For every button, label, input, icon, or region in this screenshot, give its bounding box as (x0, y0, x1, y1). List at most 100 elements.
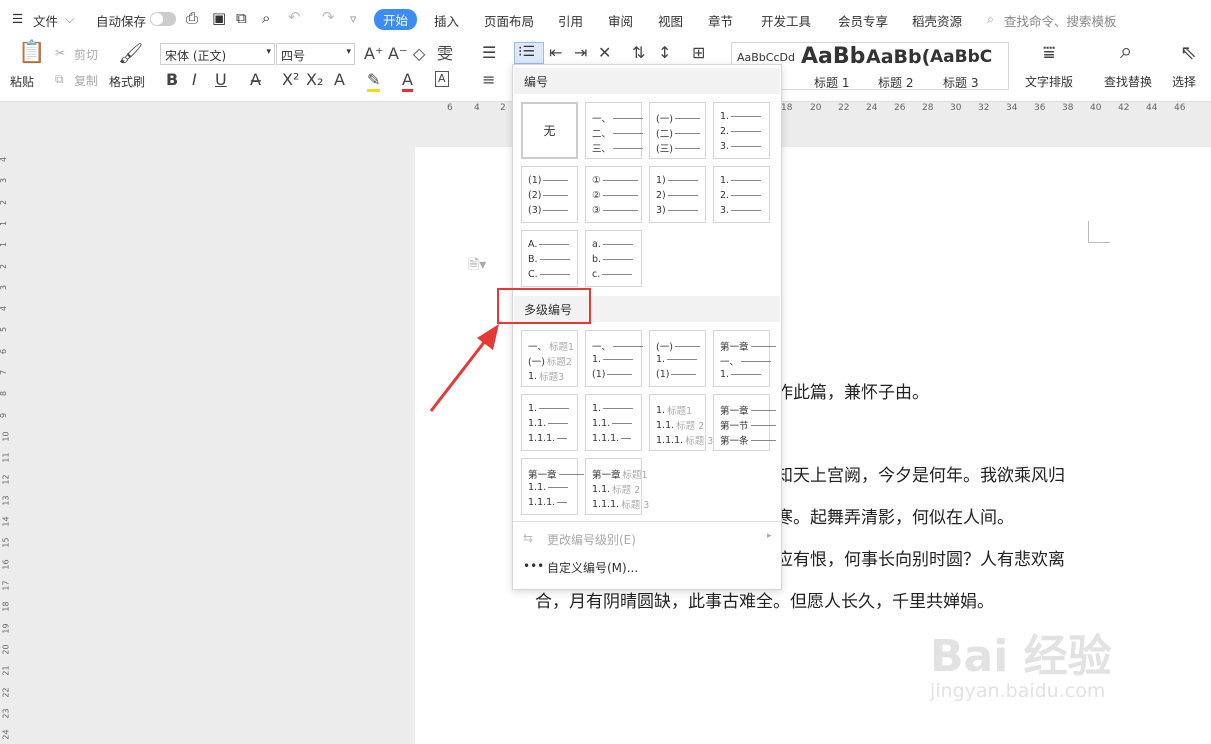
increase-indent-icon[interactable]: ⇥ (574, 44, 587, 62)
multilevel-style-3[interactable]: (一) 1. (1) (649, 330, 706, 387)
phonetic-icon[interactable]: 雯 (437, 45, 453, 63)
numbering-style-7[interactable]: 1. 2. 3. (713, 166, 770, 223)
align-left-icon[interactable]: ≡ (482, 71, 495, 89)
font-family-select[interactable]: 宋体 (正文) ▾ (160, 43, 275, 65)
numbering-style-2[interactable]: (一) (二) (三) (649, 102, 706, 159)
find-icon[interactable]: ⌕ (1120, 41, 1132, 63)
line-spacing-icon[interactable]: ↕ (658, 44, 671, 62)
search-input[interactable]: 查找命令、搜索模板 (1004, 11, 1117, 30)
chevron-down-icon[interactable]: ⌵ (65, 11, 74, 27)
copy-button[interactable]: 复制 (74, 72, 98, 89)
hamburger-icon[interactable]: ☰ (12, 11, 23, 26)
margin-marker (1088, 221, 1110, 243)
custom-numbering-item[interactable]: 自定义编号(M)... (547, 559, 638, 576)
find-replace-button[interactable]: 查找替换 (1104, 73, 1152, 90)
undo-icon[interactable]: ↶ (288, 8, 301, 26)
numbering-style-8[interactable]: A. B. C. (521, 230, 578, 287)
numbering-style-6[interactable]: 1) 2) 3) (649, 166, 706, 223)
style-normal[interactable]: AaBbCcDd (737, 51, 795, 64)
select-button[interactable]: 选择 (1172, 73, 1196, 90)
style-h2-preview[interactable]: AaBb( (866, 46, 930, 68)
format-painter-icon[interactable]: 🖌 (118, 43, 143, 63)
tile-number: 1.1.1. (592, 498, 620, 510)
numbering-style-9[interactable]: a. b. c. (585, 230, 642, 287)
tab-member[interactable]: 会员专享 (838, 11, 888, 30)
numbering-style-4[interactable]: (1) (2) (3) (521, 166, 578, 223)
ruler-tick: 18 (781, 103, 793, 113)
text-effect-icon[interactable]: A (334, 71, 345, 89)
style-h3-preview[interactable]: AaBbC (930, 47, 992, 67)
tab-chapter[interactable]: 章节 (708, 11, 733, 30)
tab-developer[interactable]: 开发工具 (761, 11, 811, 30)
font-size-select[interactable]: 四号 ▾ (276, 43, 355, 65)
paste-icon[interactable]: 📋 (18, 42, 45, 64)
export-icon[interactable]: ⧉ (236, 9, 247, 27)
tile-number: 一、 (720, 357, 740, 368)
numbering-style-1[interactable]: 一、 二、 三、 (585, 102, 644, 159)
multilevel-style-10[interactable]: 第一章 标题1 1.1. 标题 2 1.1.1. 标题 3 (585, 458, 649, 515)
decrease-indent-icon[interactable]: ⇤ (549, 44, 562, 62)
tile-number: b. (592, 254, 602, 265)
style-h1-preview[interactable]: AaBb (801, 44, 865, 69)
print-icon[interactable]: ⎙ (186, 9, 198, 27)
multilevel-style-1[interactable]: 一、 标题1 (一) 标题2 1. 标题3 (521, 330, 578, 387)
tab-view[interactable]: 视图 (658, 11, 683, 30)
save-icon[interactable]: ▣ (212, 9, 226, 27)
multilevel-style-5[interactable]: 1. 1.1. 1.1.1. (521, 394, 578, 451)
asian-layout-icon[interactable]: ✕ (598, 44, 611, 62)
cut-button[interactable]: 剪切 (74, 46, 98, 63)
copy-icon[interactable]: ⧉ (55, 72, 64, 87)
tab-layout[interactable]: 页面布局 (484, 11, 534, 30)
doc-outline-icon[interactable]: 🗎▾ (468, 254, 486, 278)
grow-font-icon[interactable]: A⁺ (364, 45, 383, 63)
clear-format-icon[interactable]: ◇ (413, 45, 425, 63)
bold-icon[interactable]: B (166, 71, 178, 89)
preview-icon[interactable]: ⌕ (262, 9, 270, 27)
bullet-list-icon[interactable]: ☰ (482, 44, 496, 62)
multilevel-style-2[interactable]: 一、 1. (1) (585, 330, 644, 387)
tile-line: (1) (592, 369, 633, 380)
tab-insert[interactable]: 插入 (434, 11, 459, 30)
tile-number: (3) (528, 205, 542, 216)
select-cursor-icon[interactable]: ⇖ (1180, 42, 1197, 62)
file-menu[interactable]: 文件 (33, 11, 58, 30)
multilevel-style-7[interactable]: 1. 标题1 1.1. 标题 2 1.1.1. 标题 3 (649, 394, 713, 451)
tile-number: 1.1.1. (592, 433, 620, 444)
multilevel-style-9[interactable]: 第一章 1.1. 1.1.1. (521, 458, 584, 515)
sort-icon[interactable]: ⇅ (632, 44, 645, 62)
vertical-ruler-tick: 10 (1, 431, 11, 442)
tab-review[interactable]: 审阅 (608, 11, 633, 30)
numbering-style-5[interactable]: ① ② ③ (585, 166, 642, 223)
superscript-icon[interactable]: X² (282, 71, 299, 89)
strikethrough-icon[interactable]: A̶ (250, 71, 261, 89)
more-icon[interactable]: ▿ (350, 11, 356, 26)
multilevel-style-4[interactable]: 第一章 一、 1. (713, 330, 776, 387)
char-border-icon[interactable]: A (435, 71, 449, 87)
tile-number: (一) (528, 357, 545, 368)
subscript-icon[interactable]: X₂ (306, 71, 323, 89)
font-color-icon[interactable]: A (402, 71, 413, 92)
numbering-style-3[interactable]: 1. 2. 3. (713, 102, 770, 159)
format-painter-button[interactable]: 格式刷 (109, 73, 145, 90)
numbering-none[interactable]: 无 (521, 102, 578, 159)
search-icon[interactable]: ⌕ (987, 11, 994, 27)
tab-home[interactable]: 开始 (374, 9, 418, 30)
text-layout-icon[interactable]: ⩸ (1043, 42, 1055, 62)
cut-icon[interactable]: ✂ (55, 46, 65, 60)
numbering-button[interactable]: ⁝☰ (514, 42, 544, 64)
underline-icon[interactable]: U (215, 71, 227, 89)
shrink-font-icon[interactable]: A⁻ (388, 45, 407, 63)
numbering-none-label: 无 (543, 124, 556, 138)
tab-references[interactable]: 引用 (558, 11, 583, 30)
tabs-icon[interactable]: ⊞ (692, 44, 705, 62)
vertical-ruler-tick: 8 (0, 391, 8, 396)
highlight-icon[interactable]: ✎ (367, 71, 381, 92)
paste-button[interactable]: 粘贴 (10, 73, 34, 90)
italic-icon[interactable]: I (192, 71, 197, 89)
tab-docer[interactable]: 稻壳资源 (912, 11, 962, 30)
multilevel-style-6[interactable]: 1. 1.1. 1.1.1. (585, 394, 642, 451)
autosave-toggle[interactable] (150, 12, 176, 26)
text-layout-button[interactable]: 文字排版 (1025, 73, 1073, 90)
redo-icon[interactable]: ↷ (322, 8, 335, 26)
multilevel-style-8[interactable]: 第一章 第一节 第一条 (713, 394, 776, 451)
